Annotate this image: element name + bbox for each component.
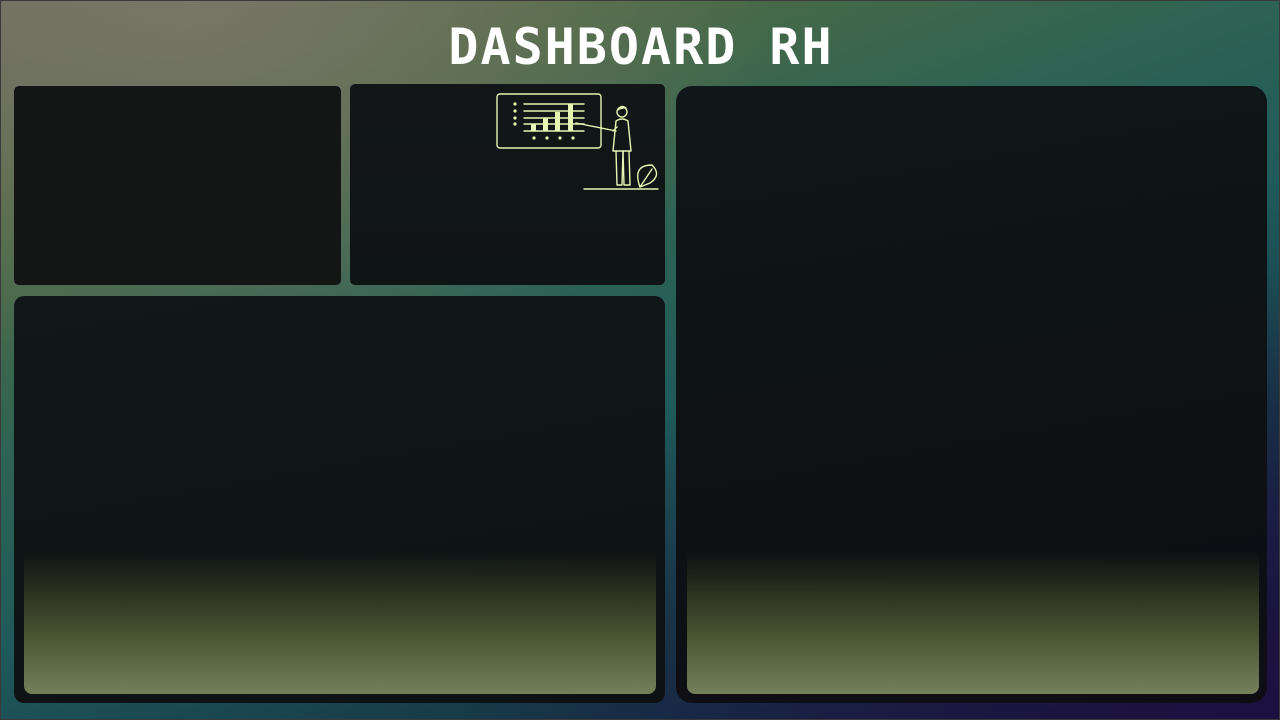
panel-footer-gradient xyxy=(687,552,1259,694)
chart-panel-bottom-left xyxy=(14,296,665,703)
chart-panel-right xyxy=(676,86,1267,703)
dashboard-canvas: DASHBOARD RH xyxy=(0,0,1280,720)
presenter-with-chart-icon xyxy=(496,93,659,190)
panel-footer-gradient xyxy=(24,552,656,694)
kpi-panel-top-left xyxy=(14,86,341,285)
kpi-panel-top-middle xyxy=(350,84,665,285)
page-title: DASHBOARD RH xyxy=(448,18,834,76)
